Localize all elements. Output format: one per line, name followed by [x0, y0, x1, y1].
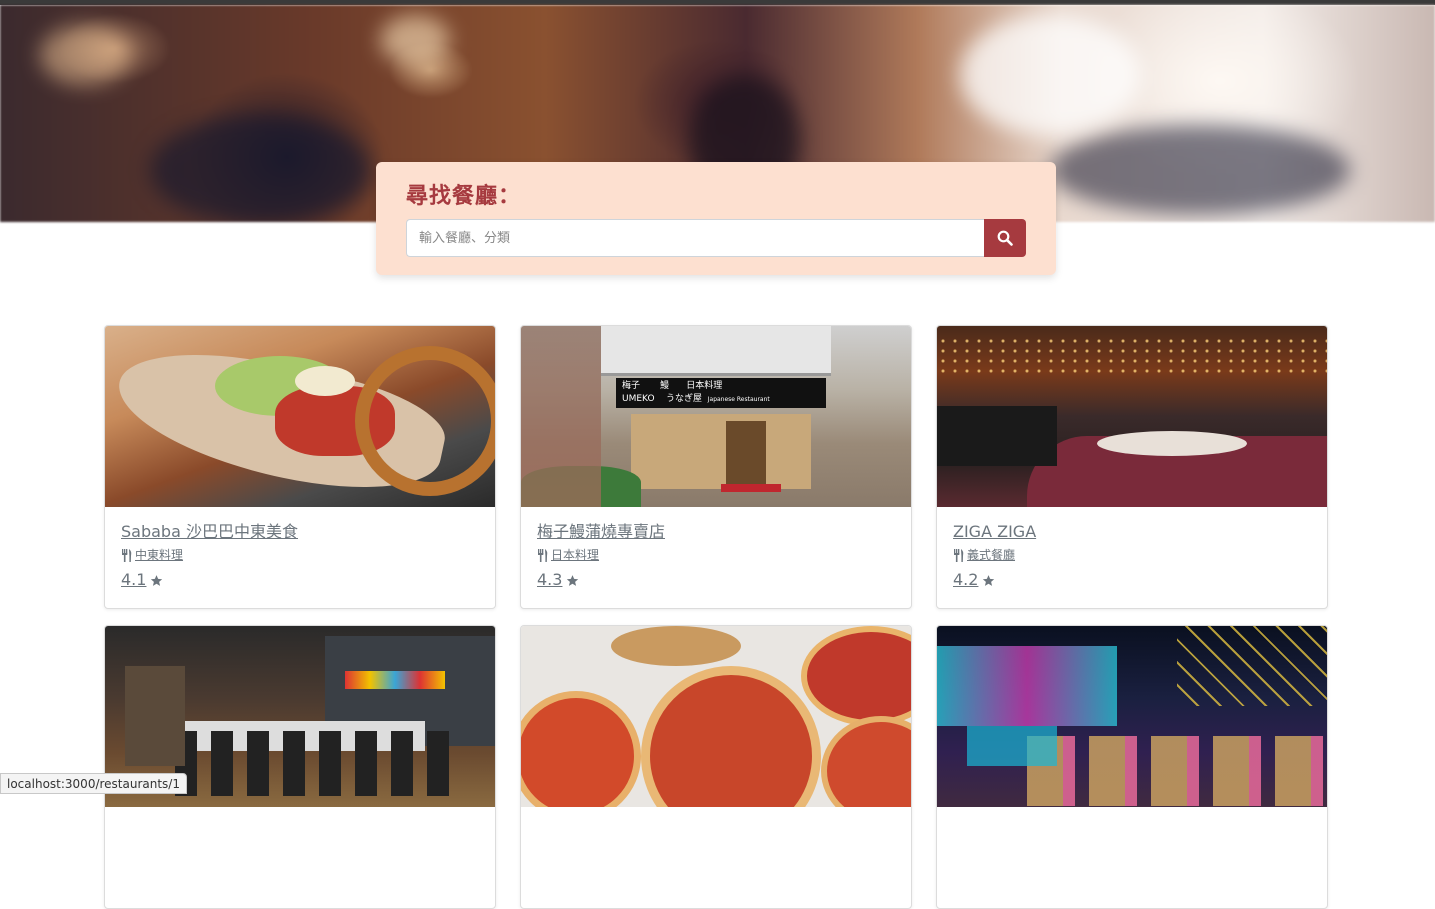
restaurant-photo[interactable]: 梅子 鰻 日本料理 UMEKO うなぎ屋 Japanese Restaurant [521, 326, 911, 507]
sign-type: 日本料理 [686, 381, 723, 391]
restaurant-card[interactable] [104, 625, 496, 909]
restaurant-photo[interactable] [105, 326, 495, 507]
search-bar [406, 219, 1026, 257]
restaurant-name[interactable]: Sababa 沙巴巴中東美食 [121, 521, 479, 543]
restaurant-category-label: 中東料理 [135, 548, 184, 562]
restaurant-category[interactable]: 日本料理 [537, 546, 895, 564]
search-panel: 尋找餐廳： [376, 162, 1056, 275]
restaurant-card[interactable]: Sababa 沙巴巴中東美食 中東料理 4.1 [104, 325, 496, 609]
restaurant-card[interactable] [936, 625, 1328, 909]
star-icon [151, 574, 163, 586]
restaurant-rating[interactable]: 4.3 [537, 569, 895, 591]
search-icon [997, 230, 1013, 246]
rating-value: 4.3 [537, 570, 563, 589]
restaurant-card[interactable]: ZIGA ZIGA 義式餐廳 4.2 [936, 325, 1328, 609]
restaurant-photo[interactable] [937, 626, 1327, 807]
restaurant-category[interactable]: 中東料理 [121, 546, 479, 564]
restaurant-card[interactable] [520, 625, 912, 909]
sign-type-en: Japanese Restaurant [707, 396, 770, 403]
star-icon [567, 574, 579, 586]
restaurant-rating[interactable]: 4.2 [953, 569, 1311, 591]
sign-name: 梅子 [622, 381, 641, 391]
restaurant-name[interactable]: 梅子鰻蒲燒專賣店 [537, 521, 895, 543]
utensils-icon [954, 548, 964, 562]
search-title: 尋找餐廳： [406, 184, 522, 209]
star-icon [983, 574, 995, 586]
status-bar-url: localhost:3000/restaurants/1 [0, 773, 187, 794]
restaurant-photo[interactable] [521, 626, 911, 807]
search-button[interactable] [984, 219, 1026, 257]
restaurant-card[interactable]: 梅子 鰻 日本料理 UMEKO うなぎ屋 Japanese Restaurant… [520, 325, 912, 609]
sign-kana: うなぎ屋 [666, 394, 703, 404]
restaurant-category-label: 義式餐廳 [967, 548, 1016, 562]
utensils-icon [122, 548, 132, 562]
restaurant-name[interactable]: ZIGA ZIGA [953, 521, 1311, 543]
search-input[interactable] [406, 219, 984, 257]
rating-value: 4.1 [121, 570, 147, 589]
rating-value: 4.2 [953, 570, 979, 589]
sign-eel: 鰻 [660, 381, 670, 391]
restaurant-category-label: 日本料理 [551, 548, 600, 562]
sign-english: UMEKO [622, 394, 655, 404]
restaurant-photo[interactable] [937, 326, 1327, 507]
restaurant-category[interactable]: 義式餐廳 [953, 546, 1311, 564]
restaurant-rating[interactable]: 4.1 [121, 569, 479, 591]
utensils-icon [538, 548, 548, 562]
